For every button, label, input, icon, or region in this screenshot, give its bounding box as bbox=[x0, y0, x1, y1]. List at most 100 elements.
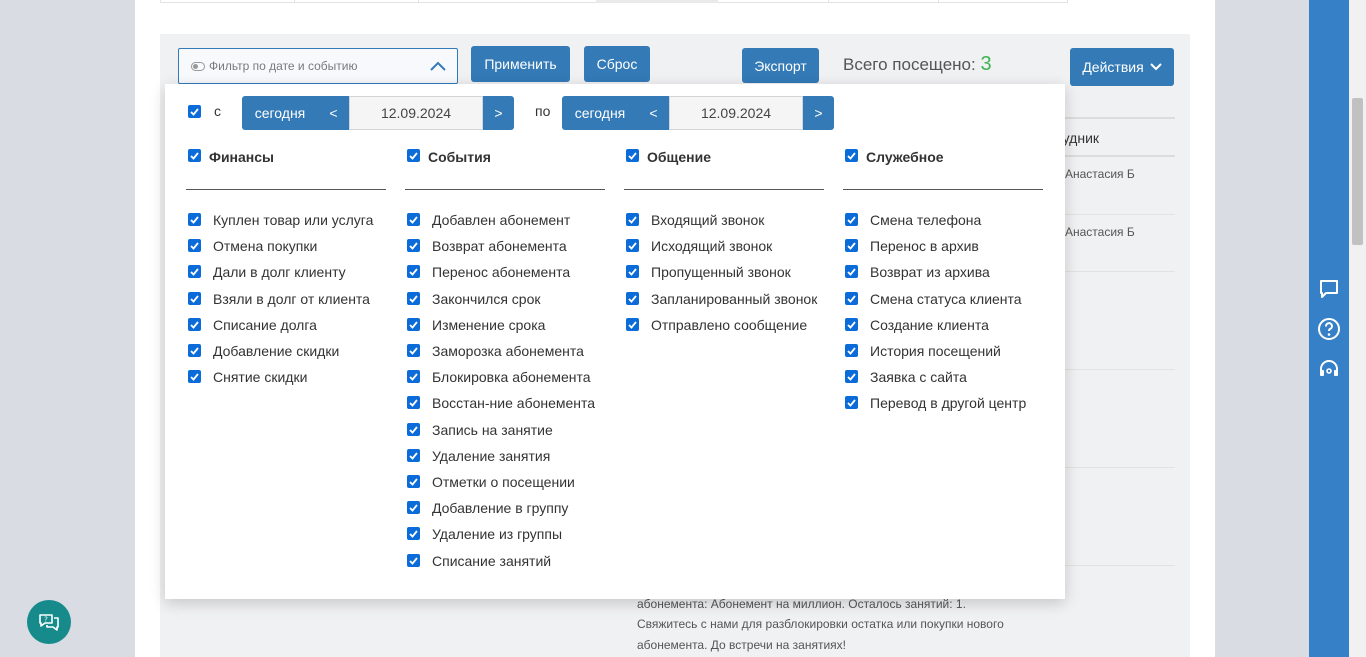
event-label[interactable]: Закончился срок bbox=[432, 291, 541, 307]
event-checkbox[interactable] bbox=[626, 265, 639, 279]
event-checkbox[interactable] bbox=[188, 317, 201, 331]
actions-button[interactable]: Действия bbox=[1070, 48, 1174, 86]
chat-icon[interactable] bbox=[1317, 277, 1341, 301]
from-date-input[interactable]: 12.09.2024 bbox=[349, 96, 483, 130]
event-label[interactable]: Удаление занятия bbox=[432, 448, 550, 464]
group-title: Финансы bbox=[209, 149, 274, 165]
event-checkbox[interactable] bbox=[845, 265, 858, 279]
event-checkbox[interactable] bbox=[407, 317, 420, 331]
event-label[interactable]: Входящий звонок bbox=[651, 212, 764, 228]
event-label[interactable]: Добавление в группу bbox=[432, 500, 568, 516]
event-checkbox[interactable] bbox=[845, 239, 858, 253]
group-checkbox[interactable] bbox=[407, 149, 420, 162]
event-checkbox[interactable] bbox=[407, 213, 420, 226]
event-checkbox[interactable] bbox=[845, 396, 858, 410]
event-checkbox[interactable] bbox=[407, 265, 420, 279]
event-checkbox[interactable] bbox=[626, 213, 639, 226]
event-label[interactable]: Перевод в другой центр bbox=[870, 395, 1026, 411]
event-checkbox[interactable] bbox=[407, 475, 420, 488]
event-label[interactable]: Снятие скидки bbox=[213, 369, 307, 385]
event-label[interactable]: История посещений bbox=[870, 343, 1001, 359]
event-label[interactable]: Заявка с сайта bbox=[870, 369, 967, 385]
event-checkbox[interactable] bbox=[188, 370, 201, 384]
help-chat-button[interactable]: ? bbox=[27, 600, 71, 644]
event-checkbox[interactable] bbox=[407, 501, 420, 515]
from-today-button[interactable]: сегодня bbox=[242, 96, 318, 130]
event-checkbox[interactable] bbox=[845, 370, 858, 384]
to-today-button[interactable]: сегодня bbox=[562, 96, 638, 130]
event-label[interactable]: Удаление из группы bbox=[432, 526, 562, 542]
group-checkbox[interactable] bbox=[845, 149, 858, 162]
event-checkbox[interactable] bbox=[626, 239, 639, 253]
from-next-button[interactable]: > bbox=[483, 96, 514, 130]
export-button[interactable]: Экспорт bbox=[742, 48, 819, 83]
event-checkbox[interactable] bbox=[407, 448, 420, 462]
event-label[interactable]: Списание занятий bbox=[432, 553, 551, 569]
event-checkbox[interactable] bbox=[407, 239, 420, 253]
event-checkbox[interactable] bbox=[845, 317, 858, 331]
toggle-icon bbox=[191, 61, 205, 71]
from-prev-button[interactable]: < bbox=[318, 96, 349, 130]
to-date-input[interactable]: 12.09.2024 bbox=[669, 96, 803, 130]
event-label[interactable]: Запись на занятие bbox=[432, 422, 553, 438]
event-checkbox[interactable] bbox=[407, 344, 420, 357]
event-label[interactable]: Добавлен абонемент bbox=[432, 212, 570, 228]
event-label[interactable]: Возврат из архива bbox=[870, 264, 990, 280]
to-prev-button[interactable]: < bbox=[638, 96, 669, 130]
event-checkbox[interactable] bbox=[407, 422, 420, 436]
message-text: абонемента. До встречи на занятиях! bbox=[637, 638, 846, 652]
event-label[interactable]: Отметки о посещении bbox=[432, 474, 575, 490]
event-checkbox[interactable] bbox=[188, 291, 201, 305]
visits-total: Всего посещено: 3 bbox=[843, 53, 992, 76]
event-label[interactable]: Добавление скидки bbox=[213, 343, 339, 359]
message-text: абонемента: Абонемент на миллион. Остало… bbox=[637, 597, 966, 611]
event-checkbox[interactable] bbox=[626, 317, 639, 331]
group-checkbox[interactable] bbox=[626, 149, 639, 162]
event-label[interactable]: Дали в долг клиенту bbox=[213, 264, 346, 280]
event-label[interactable]: Создание клиента bbox=[870, 317, 989, 333]
event-label[interactable]: Отправлено сообщение bbox=[651, 317, 807, 333]
support-icon[interactable] bbox=[1317, 357, 1341, 381]
event-label[interactable]: Возврат абонемента bbox=[432, 238, 567, 254]
top-tabs-strip bbox=[160, 0, 1068, 3]
event-label[interactable]: Списание долга bbox=[213, 317, 317, 333]
event-label[interactable]: Запланированный звонок bbox=[651, 291, 817, 307]
event-label[interactable]: Смена телефона bbox=[870, 212, 981, 228]
group-checkbox[interactable] bbox=[188, 149, 201, 162]
event-checkbox[interactable] bbox=[626, 291, 639, 305]
group-title: Служебное bbox=[866, 149, 944, 165]
event-label[interactable]: Изменение срока bbox=[432, 317, 545, 333]
event-label[interactable]: Перенос в архив bbox=[870, 238, 979, 254]
event-checkbox[interactable] bbox=[188, 344, 201, 357]
event-checkbox[interactable] bbox=[407, 527, 420, 541]
scrollbar-thumb[interactable] bbox=[1352, 98, 1363, 245]
date-filter-checkbox[interactable] bbox=[188, 105, 201, 118]
event-checkbox[interactable] bbox=[845, 344, 858, 357]
event-checkbox[interactable] bbox=[407, 291, 420, 305]
event-label[interactable]: Перенос абонемента bbox=[432, 264, 570, 280]
event-label[interactable]: Заморозка абонемента bbox=[432, 343, 584, 359]
filter-select[interactable]: Фильтр по дате и событию bbox=[178, 48, 458, 84]
help-icon[interactable] bbox=[1317, 317, 1341, 341]
event-checkbox[interactable] bbox=[188, 213, 201, 226]
event-label[interactable]: Куплен товар или услуга bbox=[213, 212, 373, 228]
apply-button[interactable]: Применить bbox=[471, 46, 570, 82]
event-checkbox[interactable] bbox=[188, 265, 201, 279]
event-checkbox[interactable] bbox=[188, 239, 201, 253]
event-label[interactable]: Взяли в долг от клиента bbox=[213, 291, 370, 307]
event-label[interactable]: Смена статуса клиента bbox=[870, 291, 1022, 307]
from-date-picker: сегодня < 12.09.2024 > bbox=[242, 96, 514, 130]
event-label[interactable]: Исходящий звонок bbox=[651, 238, 772, 254]
event-checkbox[interactable] bbox=[845, 291, 858, 305]
event-checkbox[interactable] bbox=[407, 370, 420, 384]
event-checkbox[interactable] bbox=[407, 553, 420, 567]
event-label[interactable]: Пропущенный звонок bbox=[651, 264, 791, 280]
to-next-button[interactable]: > bbox=[803, 96, 834, 130]
event-checkbox[interactable] bbox=[845, 213, 858, 226]
filter-dropdown: с сегодня < 12.09.2024 > по сегодня < 12… bbox=[165, 84, 1065, 599]
event-checkbox[interactable] bbox=[407, 396, 420, 410]
event-label[interactable]: Отмена покупки bbox=[213, 238, 317, 254]
reset-button[interactable]: Сброс bbox=[584, 46, 650, 82]
event-label[interactable]: Блокировка абонемента bbox=[432, 369, 591, 385]
event-label[interactable]: Восстан-ние абонемента bbox=[432, 395, 595, 411]
